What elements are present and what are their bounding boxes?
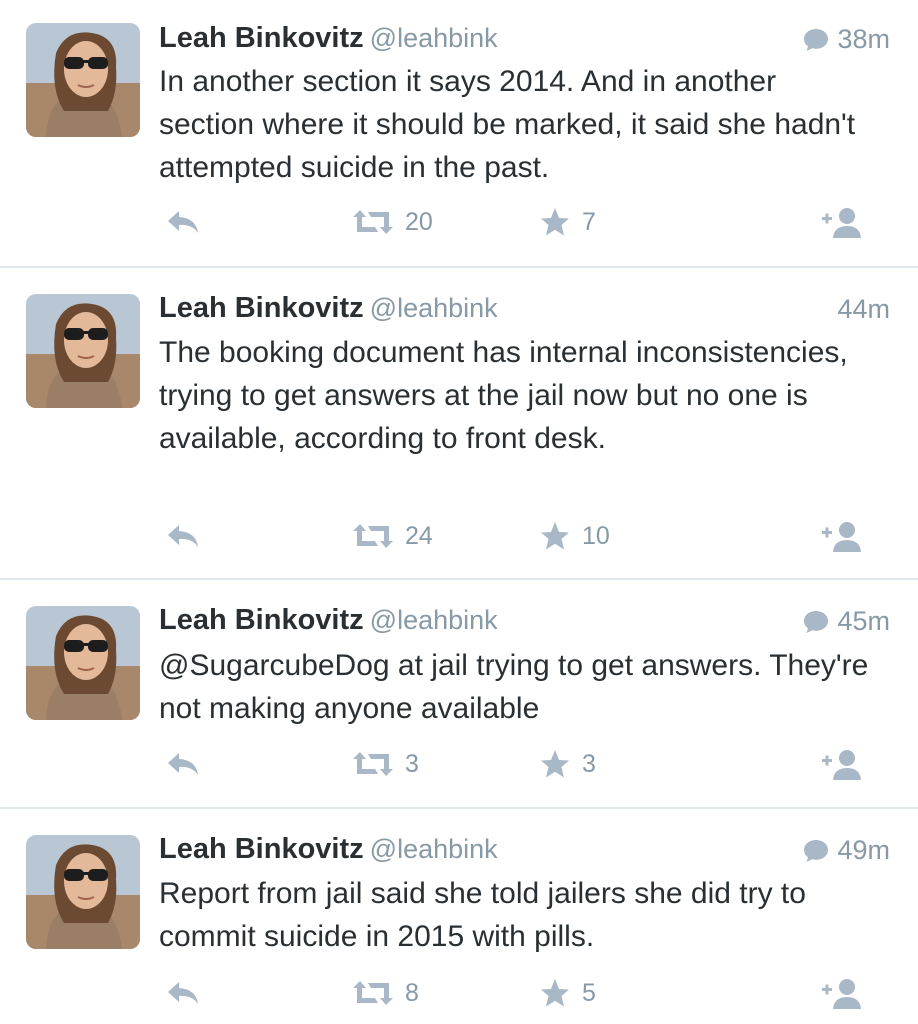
- retweet-icon: [353, 752, 393, 776]
- speech-bubble-icon: [804, 28, 829, 51]
- display-name: Leah Binkovitz: [159, 604, 364, 636]
- follow-button[interactable]: [820, 973, 868, 1013]
- author-name[interactable]: Leah Binkovitz @leahbink: [159, 292, 498, 325]
- tweet-time[interactable]: 45m: [803, 606, 890, 637]
- reply-button[interactable]: [166, 516, 200, 556]
- avatar[interactable]: [26, 606, 140, 720]
- star-icon: [541, 522, 569, 550]
- retweet-icon: [353, 981, 393, 1005]
- favorite-count: 3: [582, 749, 596, 778]
- avatar[interactable]: [26, 23, 140, 137]
- timestamp: 49m: [837, 835, 890, 865]
- tweet-actions: 3 3: [0, 744, 918, 784]
- favorite-button[interactable]: 5: [540, 973, 596, 1013]
- tweet[interactable]: Leah Binkovitz @leahbink 49m Report from …: [0, 809, 918, 1024]
- reply-button[interactable]: [166, 973, 200, 1013]
- retweet-count: 8: [405, 978, 419, 1007]
- retweet-icon: [353, 210, 393, 234]
- timestamp: 45m: [837, 606, 890, 636]
- reply-button[interactable]: [166, 202, 200, 242]
- tweet-text: The booking document has internal incons…: [159, 336, 848, 455]
- avatar[interactable]: [26, 835, 140, 949]
- author-handle: @leahbink: [369, 23, 498, 53]
- retweet-count: 20: [405, 207, 433, 236]
- timestamp: 44m: [837, 294, 890, 324]
- favorite-count: 5: [582, 978, 596, 1007]
- avatar[interactable]: [26, 294, 140, 408]
- tweet-actions: 8 5: [0, 973, 918, 1013]
- avatar-photo: [26, 23, 140, 137]
- tweet-time[interactable]: 38m: [803, 24, 890, 55]
- reply-icon: [168, 211, 198, 233]
- favorite-button[interactable]: 3: [540, 744, 596, 784]
- add-user-icon: [822, 750, 861, 780]
- tweet[interactable]: Leah Binkovitz @leahbink 44m The booking …: [0, 268, 918, 580]
- retweet-button[interactable]: 3: [353, 744, 419, 784]
- add-user-icon: [822, 208, 861, 238]
- retweet-icon: [353, 524, 393, 548]
- author-name[interactable]: Leah Binkovitz @leahbink: [159, 604, 498, 637]
- retweet-count: 3: [405, 749, 419, 778]
- favorite-button[interactable]: 7: [540, 202, 596, 242]
- retweet-count: 24: [405, 521, 433, 550]
- tweet[interactable]: Leah Binkovitz @leahbink 45m @SugarcubeDo…: [0, 580, 918, 809]
- display-name: Leah Binkovitz: [159, 292, 364, 324]
- star-icon: [541, 208, 569, 236]
- reply-icon: [168, 525, 198, 547]
- author-name[interactable]: Leah Binkovitz @leahbink: [159, 22, 498, 55]
- follow-button[interactable]: [820, 202, 868, 242]
- avatar-photo: [26, 606, 140, 720]
- display-name: Leah Binkovitz: [159, 22, 364, 54]
- star-icon: [541, 979, 569, 1007]
- retweet-button[interactable]: 20: [353, 202, 433, 242]
- reply-icon: [168, 753, 198, 775]
- tweet-actions: 24 10: [0, 516, 918, 556]
- speech-bubble-icon: [804, 839, 829, 862]
- follow-button[interactable]: [820, 744, 868, 784]
- author-handle: @leahbink: [369, 834, 498, 864]
- speech-bubble-icon: [804, 610, 829, 633]
- author-name[interactable]: Leah Binkovitz @leahbink: [159, 833, 498, 866]
- author-handle: @leahbink: [369, 605, 498, 635]
- add-user-icon: [822, 979, 861, 1009]
- retweet-button[interactable]: 8: [353, 973, 419, 1013]
- follow-button[interactable]: [820, 516, 868, 556]
- avatar-photo: [26, 294, 140, 408]
- author-handle: @leahbink: [369, 293, 498, 323]
- add-user-icon: [822, 522, 861, 552]
- favorite-button[interactable]: 10: [540, 516, 610, 556]
- reply-button[interactable]: [166, 744, 200, 784]
- reply-icon: [168, 982, 198, 1004]
- timestamp: 38m: [837, 24, 890, 54]
- tweet-time[interactable]: 49m: [803, 835, 890, 866]
- tweet[interactable]: Leah Binkovitz @leahbink 38m In another s…: [0, 0, 918, 268]
- tweet-text: Report from jail said she told jailers s…: [159, 877, 806, 953]
- favorite-count: 10: [582, 521, 610, 550]
- tweet-feed: Leah Binkovitz @leahbink 38m In another s…: [0, 0, 918, 1024]
- favorite-count: 7: [582, 207, 596, 236]
- tweet-actions: 20 7: [0, 202, 918, 242]
- tweet-time[interactable]: 44m: [837, 294, 890, 325]
- tweet-text: @SugarcubeDog at jail trying to get answ…: [159, 649, 869, 725]
- display-name: Leah Binkovitz: [159, 833, 364, 865]
- tweet-text: In another section it says 2014. And in …: [159, 65, 856, 184]
- star-icon: [541, 750, 569, 778]
- avatar-photo: [26, 835, 140, 949]
- retweet-button[interactable]: 24: [353, 516, 433, 556]
